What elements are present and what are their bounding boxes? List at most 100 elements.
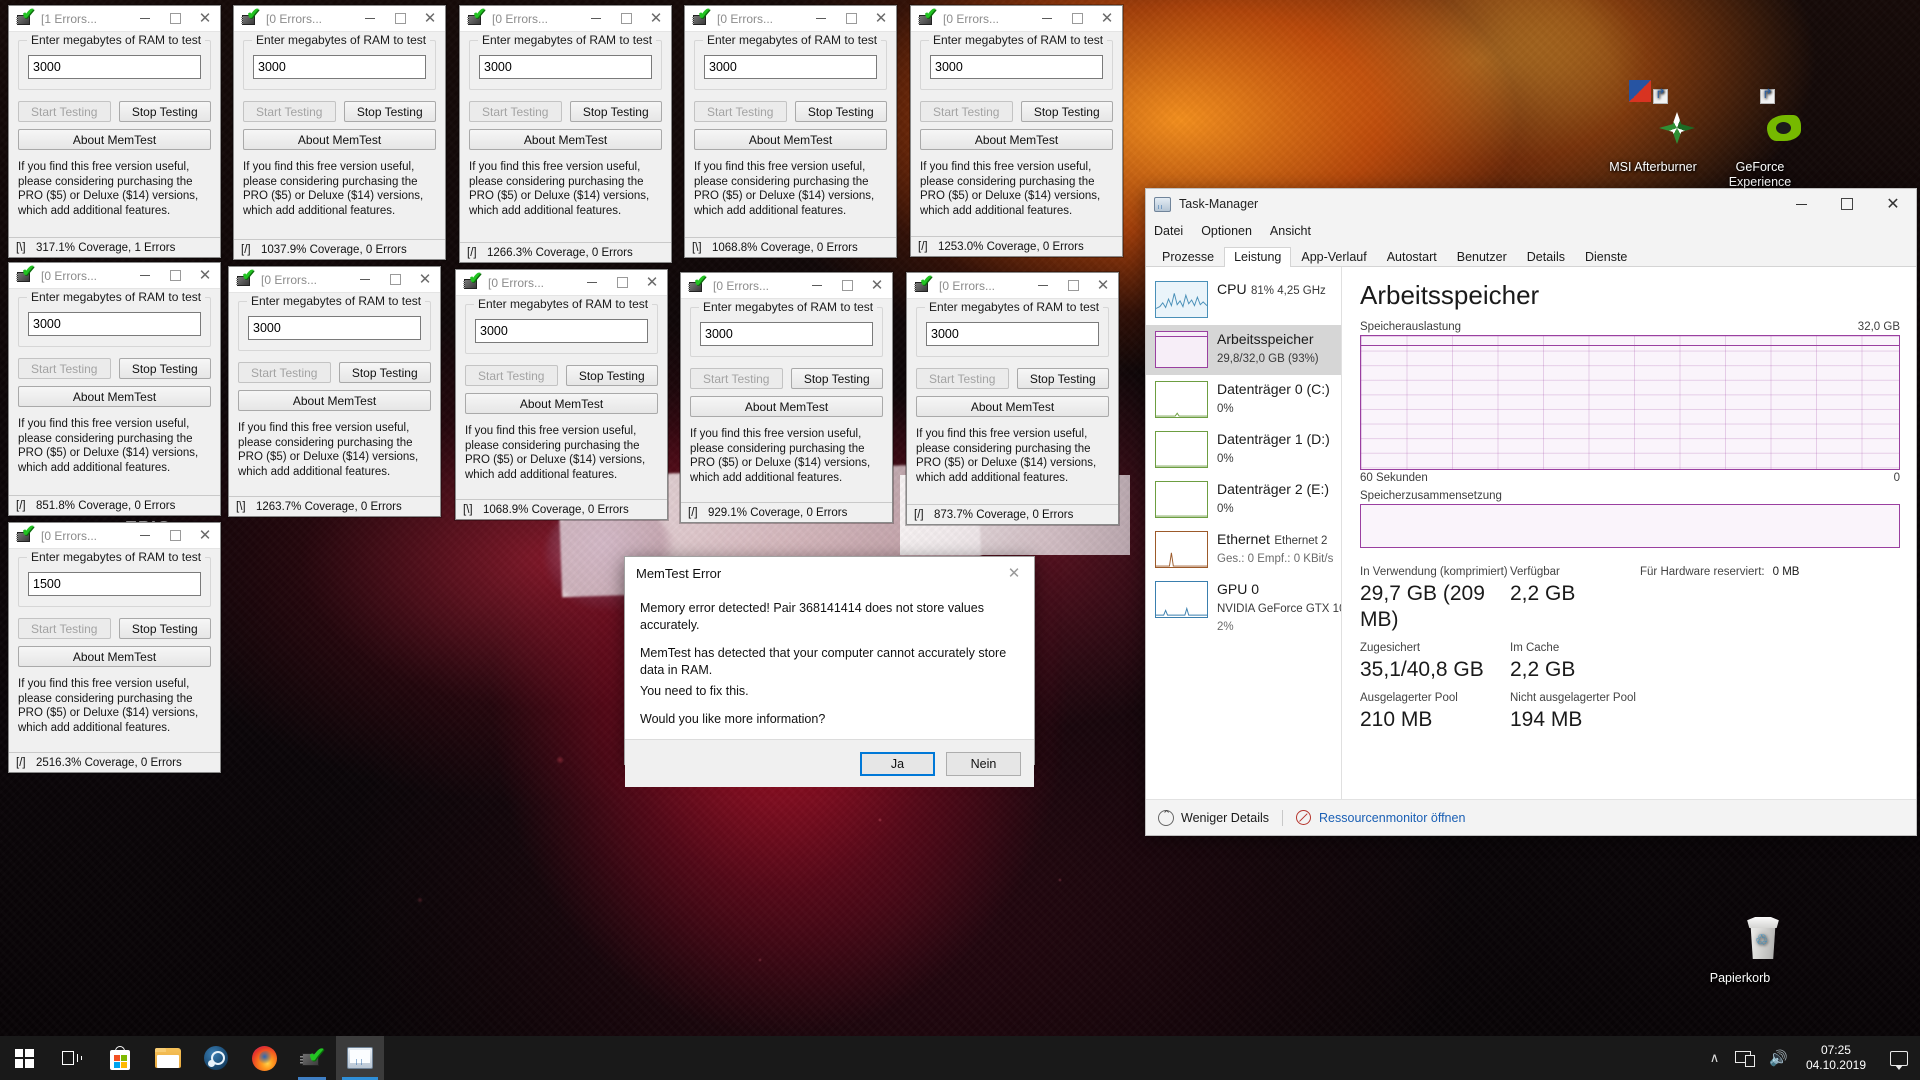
maximize-button[interactable] xyxy=(160,523,190,549)
memtest-window-2[interactable]: ✔ [0 Errors... ✕ Enter megabytes of RAM … xyxy=(233,5,446,260)
microsoft-store-button[interactable] xyxy=(96,1036,144,1080)
ram-megabytes-input[interactable] xyxy=(926,322,1099,346)
start-testing-button[interactable]: Start Testing xyxy=(694,101,787,122)
stop-testing-button[interactable]: Stop Testing xyxy=(338,362,431,383)
memtest-window-5[interactable]: ✔ [0 Errors... ✕ Enter megabytes of RAM … xyxy=(910,5,1123,257)
window-titlebar[interactable]: ✔ [0 Errors... ✕ xyxy=(234,6,445,32)
memtest-button[interactable]: ✔ xyxy=(288,1036,336,1080)
about-memtest-button[interactable]: About MemTest xyxy=(694,129,887,150)
maximize-button[interactable] xyxy=(380,267,410,293)
start-testing-button[interactable]: Start Testing xyxy=(916,368,1009,389)
action-center-button[interactable] xyxy=(1876,1036,1916,1080)
close-button[interactable]: ✕ xyxy=(1870,189,1916,219)
stop-testing-button[interactable]: Stop Testing xyxy=(1020,101,1113,122)
about-memtest-button[interactable]: About MemTest xyxy=(916,396,1109,417)
tab-bar[interactable]: Prozesse Leistung App-Verlauf Autostart … xyxy=(1146,243,1916,267)
menu-item-optionen[interactable]: Optionen xyxy=(1201,224,1252,238)
stop-testing-button[interactable]: Stop Testing xyxy=(794,101,887,122)
tab-dienste[interactable]: Dienste xyxy=(1575,247,1637,267)
about-memtest-button[interactable]: About MemTest xyxy=(238,390,431,411)
file-explorer-button[interactable] xyxy=(144,1036,192,1080)
desktop-icon-geforce-experience[interactable]: GeForce Experience xyxy=(1705,86,1815,190)
window-titlebar[interactable]: ✔ [0 Errors... ✕ xyxy=(229,267,440,293)
window-titlebar[interactable]: ✔ [0 Errors... ✕ xyxy=(9,263,220,289)
start-testing-button[interactable]: Start Testing xyxy=(238,362,331,383)
stop-testing-button[interactable]: Stop Testing xyxy=(1016,368,1109,389)
tray-expand-button[interactable]: ∧ xyxy=(1702,1036,1728,1080)
tray-volume-button[interactable]: 🔊 xyxy=(1761,1036,1796,1080)
maximize-button[interactable] xyxy=(832,273,862,299)
minimize-button[interactable] xyxy=(130,523,160,549)
resource-item-cpu[interactable]: CPU 81% 4,25 GHz xyxy=(1146,275,1341,325)
window-titlebar[interactable]: ✔ [0 Errors... ✕ xyxy=(911,6,1122,32)
ram-megabytes-input[interactable] xyxy=(28,572,201,596)
close-icon[interactable]: ✕ xyxy=(994,557,1034,589)
memtest-window-4[interactable]: ✔ [0 Errors... ✕ Enter megabytes of RAM … xyxy=(684,5,897,258)
maximize-button[interactable] xyxy=(611,6,641,32)
task-manager-button[interactable] xyxy=(336,1036,384,1080)
minimize-button[interactable] xyxy=(581,6,611,32)
ram-megabytes-input[interactable] xyxy=(253,55,426,79)
stop-testing-button[interactable]: Stop Testing xyxy=(118,358,211,379)
minimize-button[interactable] xyxy=(802,273,832,299)
window-titlebar[interactable]: ✔ [0 Errors... ✕ xyxy=(907,273,1118,299)
about-memtest-button[interactable]: About MemTest xyxy=(18,386,211,407)
window-titlebar[interactable]: ✔ [0 Errors... ✕ xyxy=(681,273,892,299)
fewer-details-button[interactable]: Weniger Details xyxy=(1158,808,1269,826)
minimize-button[interactable] xyxy=(806,6,836,32)
steam-button[interactable] xyxy=(192,1036,240,1080)
window-titlebar[interactable]: ✔ [0 Errors... ✕ xyxy=(460,6,671,32)
clock[interactable]: 07:25 04.10.2019 xyxy=(1796,1043,1876,1073)
close-button[interactable]: ✕ xyxy=(415,6,445,32)
close-button[interactable]: ✕ xyxy=(637,270,667,296)
close-button[interactable]: ✕ xyxy=(1092,6,1122,32)
maximize-button[interactable] xyxy=(385,6,415,32)
minimize-button[interactable] xyxy=(355,6,385,32)
minimize-button[interactable] xyxy=(130,6,160,32)
stop-testing-button[interactable]: Stop Testing xyxy=(343,101,436,122)
tab-benutzer[interactable]: Benutzer xyxy=(1447,247,1517,267)
start-testing-button[interactable]: Start Testing xyxy=(18,101,111,122)
start-testing-button[interactable]: Start Testing xyxy=(18,618,111,639)
memtest-window-11[interactable]: ✔ [0 Errors... ✕ Enter megabytes of RAM … xyxy=(8,522,221,773)
maximize-button[interactable] xyxy=(1824,189,1870,219)
close-button[interactable]: ✕ xyxy=(190,523,220,549)
maximize-button[interactable] xyxy=(1062,6,1092,32)
maximize-button[interactable] xyxy=(160,263,190,289)
ram-megabytes-input[interactable] xyxy=(475,319,648,343)
tab-app-verlauf[interactable]: App-Verlauf xyxy=(1291,247,1376,267)
start-testing-button[interactable]: Start Testing xyxy=(18,358,111,379)
window-titlebar[interactable]: ✔ [0 Errors... ✕ xyxy=(685,6,896,32)
minimize-button[interactable] xyxy=(350,267,380,293)
memtest-error-dialog[interactable]: MemTest Error ✕ Memory error detected! P… xyxy=(624,556,1035,787)
yes-button[interactable]: Ja xyxy=(860,751,935,776)
task-view-button[interactable] xyxy=(48,1036,96,1080)
start-testing-button[interactable]: Start Testing xyxy=(243,101,336,122)
stop-testing-button[interactable]: Stop Testing xyxy=(118,101,211,122)
memtest-window-1[interactable]: ✔ [1 Errors... ✕ Enter megabytes of RAM … xyxy=(8,5,221,258)
ram-megabytes-input[interactable] xyxy=(28,55,201,79)
ram-megabytes-input[interactable] xyxy=(248,316,421,340)
maximize-button[interactable] xyxy=(160,6,190,32)
resource-item-gpu-0[interactable]: GPU 0 NVIDIA GeForce GTX 1070 2% xyxy=(1146,575,1341,642)
about-memtest-button[interactable]: About MemTest xyxy=(920,129,1113,150)
about-memtest-button[interactable]: About MemTest xyxy=(690,396,883,417)
start-testing-button[interactable]: Start Testing xyxy=(690,368,783,389)
resource-item-datentraeger-0[interactable]: Datenträger 0 (C:) 0% xyxy=(1146,375,1341,425)
start-button[interactable] xyxy=(0,1036,48,1080)
desktop-icon-msi-afterburner[interactable]: MSI Afterburner xyxy=(1598,86,1708,175)
desktop-icon-recycle-bin[interactable]: ♲ Papierkorb xyxy=(1685,915,1795,986)
task-manager-titlebar[interactable]: Task-Manager ✕ xyxy=(1146,189,1916,219)
close-button[interactable]: ✕ xyxy=(641,6,671,32)
tab-details[interactable]: Details xyxy=(1517,247,1575,267)
minimize-button[interactable] xyxy=(130,263,160,289)
tab-leistung[interactable]: Leistung xyxy=(1224,247,1292,267)
start-testing-button[interactable]: Start Testing xyxy=(465,365,558,386)
minimize-button[interactable] xyxy=(1778,189,1824,219)
menu-item-datei[interactable]: Datei xyxy=(1154,224,1183,238)
minimize-button[interactable] xyxy=(1028,273,1058,299)
ram-megabytes-input[interactable] xyxy=(28,312,201,336)
start-testing-button[interactable]: Start Testing xyxy=(469,101,562,122)
maximize-button[interactable] xyxy=(607,270,637,296)
resource-monitor-link[interactable]: Ressourcenmonitor öffnen xyxy=(1319,811,1465,825)
